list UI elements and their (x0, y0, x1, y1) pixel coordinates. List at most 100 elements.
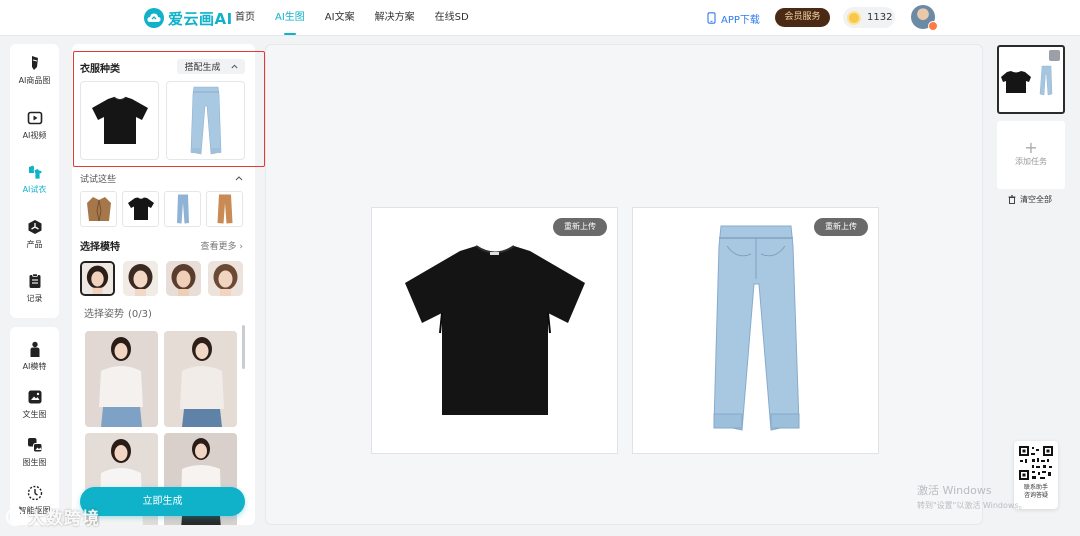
nav-ai-image[interactable]: AI生图 (275, 0, 305, 36)
model-portrait-image (208, 261, 243, 296)
user-avatar[interactable] (911, 5, 938, 31)
suggestion-khaki-pants[interactable] (206, 191, 243, 227)
trash-icon (1008, 195, 1016, 204)
outfit-thumbnail-image (1001, 65, 1053, 96)
blue-jeans-image (176, 194, 189, 224)
avatar-badge-icon (928, 21, 938, 31)
nav-online-sd[interactable]: 在线SD (435, 0, 469, 36)
model-option-1[interactable] (80, 261, 115, 296)
combo-generate-label: 搭配生成 (184, 63, 221, 73)
chevron-up-icon (230, 64, 238, 69)
brand-name: 爱云画AI (168, 9, 233, 28)
phone-icon (707, 12, 716, 24)
cutout-icon (27, 485, 42, 501)
rail-label: 图生图 (22, 458, 47, 467)
watermark-text: 大数跨境 (28, 509, 100, 529)
black-tshirt-image (91, 96, 148, 144)
app-download-link[interactable]: APP下载 (707, 10, 760, 26)
clear-all-button[interactable]: 清空全部 (1008, 194, 1052, 205)
windows-activation-title: 激活 Windows (917, 484, 992, 497)
model-portrait-image (166, 261, 201, 296)
nav-home[interactable]: 首页 (235, 0, 255, 36)
options-panel: 衣服种类 搭配生成 试试这些 选择模特 查看更多 › 选择姿势 (0/3) (72, 44, 255, 525)
watermark-logo-icon (6, 507, 24, 526)
coin-balance[interactable]: 1132 (843, 7, 895, 28)
task-thumbnail[interactable] (997, 45, 1065, 114)
vip-service-button[interactable]: 会员服务 (775, 8, 830, 27)
pose-title: 选择姿势 (84, 309, 124, 320)
model-title: 选择模特 (80, 242, 120, 253)
clothing-slot-top[interactable] (80, 81, 159, 160)
nav-ai-copywriting[interactable]: AI文案 (325, 0, 355, 36)
black-tshirt-image (127, 197, 154, 220)
cube-icon (28, 220, 41, 234)
app-download-label: APP下载 (721, 14, 760, 26)
rail-label: AI模特 (22, 362, 47, 371)
model-option-2[interactable] (123, 261, 158, 296)
pose-option-2[interactable] (164, 331, 237, 427)
pose-section-header: 选择姿势 (0/3) (80, 305, 152, 320)
rail-item-ai-product[interactable]: AI商品图 (10, 55, 59, 86)
text-image-icon (28, 390, 41, 404)
model-portrait-image (82, 263, 113, 294)
person-icon (30, 341, 39, 357)
reupload-button[interactable]: 重新上传 (814, 218, 868, 236)
suggestion-blazer[interactable] (80, 191, 117, 227)
qr-code-icon (1018, 445, 1054, 481)
blue-jeans-image (712, 225, 800, 431)
preview-card-top[interactable]: 重新上传 (371, 207, 618, 454)
rail-item-ai-video[interactable]: AI视频 (10, 110, 59, 141)
reupload-button[interactable]: 重新上传 (553, 218, 607, 236)
try-these-header: 试试这些 (80, 171, 243, 185)
pose-count: (0/3) (128, 309, 152, 320)
add-task-label: 添加任务 (1015, 157, 1047, 166)
see-more-link[interactable]: 查看更多 › (201, 239, 244, 252)
rail-item-ai-tryon[interactable]: AI试衣 (10, 164, 59, 195)
combo-generate-toggle[interactable]: 搭配生成 (177, 59, 245, 74)
try-these-label: 试试这些 (80, 174, 117, 185)
model-option-3[interactable] (166, 261, 201, 296)
rail-label: 文生图 (22, 410, 47, 419)
preview-card-bottom[interactable]: 重新上传 (632, 207, 879, 454)
add-task-button[interactable]: + 添加任务 (997, 121, 1065, 189)
rail-item-text-to-image[interactable]: 文生图 (10, 389, 59, 420)
main-nav: 首页 AI生图 AI文案 解决方案 在线SD (235, 0, 489, 36)
image-image-icon (27, 438, 42, 453)
coin-count: 1132 (867, 12, 893, 23)
pose-photo-image (164, 331, 237, 427)
brand-logo[interactable]: 爱云画AI (144, 6, 233, 30)
khaki-pants-image (217, 194, 232, 224)
suggestion-jeans[interactable] (164, 191, 201, 227)
rail-label: AI视频 (22, 131, 47, 140)
pen-icon (31, 56, 38, 70)
pose-option-1[interactable] (85, 331, 158, 427)
model-option-4[interactable] (208, 261, 243, 296)
nav-solutions[interactable]: 解决方案 (375, 0, 415, 36)
source-watermark: 大数跨境 (6, 504, 100, 529)
rail-item-image-to-image[interactable]: 图生图 (10, 437, 59, 468)
pose-scrollbar[interactable] (242, 325, 245, 369)
see-more-label: 查看更多 (200, 242, 237, 252)
pose-photo-image (85, 331, 158, 427)
rail-label: AI试衣 (22, 185, 47, 194)
clipboard-icon (29, 273, 40, 288)
model-portrait-image (123, 261, 158, 296)
plus-icon: + (1024, 138, 1038, 157)
clear-all-label: 清空全部 (1020, 195, 1052, 204)
windows-activation-hint: 转到"设置"以激活 Windows。 (917, 501, 1027, 510)
rail-item-ai-model[interactable]: AI模特 (10, 341, 59, 372)
coin-icon (847, 10, 861, 25)
suggestion-black-tshirt[interactable] (122, 191, 159, 227)
tool-rail-bottom: AI模特 文生图 图生图 智能抠图 (10, 327, 59, 525)
rail-item-product[interactable]: 产品 (10, 219, 59, 250)
clothing-type-title: 衣服种类 (80, 64, 120, 75)
tool-rail-top: AI商品图 AI视频 AI试衣 产品 记录 (10, 44, 59, 318)
rail-label: AI商品图 (18, 76, 51, 85)
preview-canvas: 重新上传 重新上传 (265, 44, 983, 525)
clothing-slot-bottom[interactable] (166, 81, 245, 160)
chevron-up-icon[interactable] (235, 175, 243, 181)
generate-now-button[interactable]: 立即生成 (80, 487, 245, 516)
model-section-header: 选择模特 查看更多 › (80, 238, 243, 253)
windows-activation-notice: 激活 Windows 转到"设置"以激活 Windows。 (917, 482, 1027, 511)
rail-item-records[interactable]: 记录 (10, 273, 59, 304)
